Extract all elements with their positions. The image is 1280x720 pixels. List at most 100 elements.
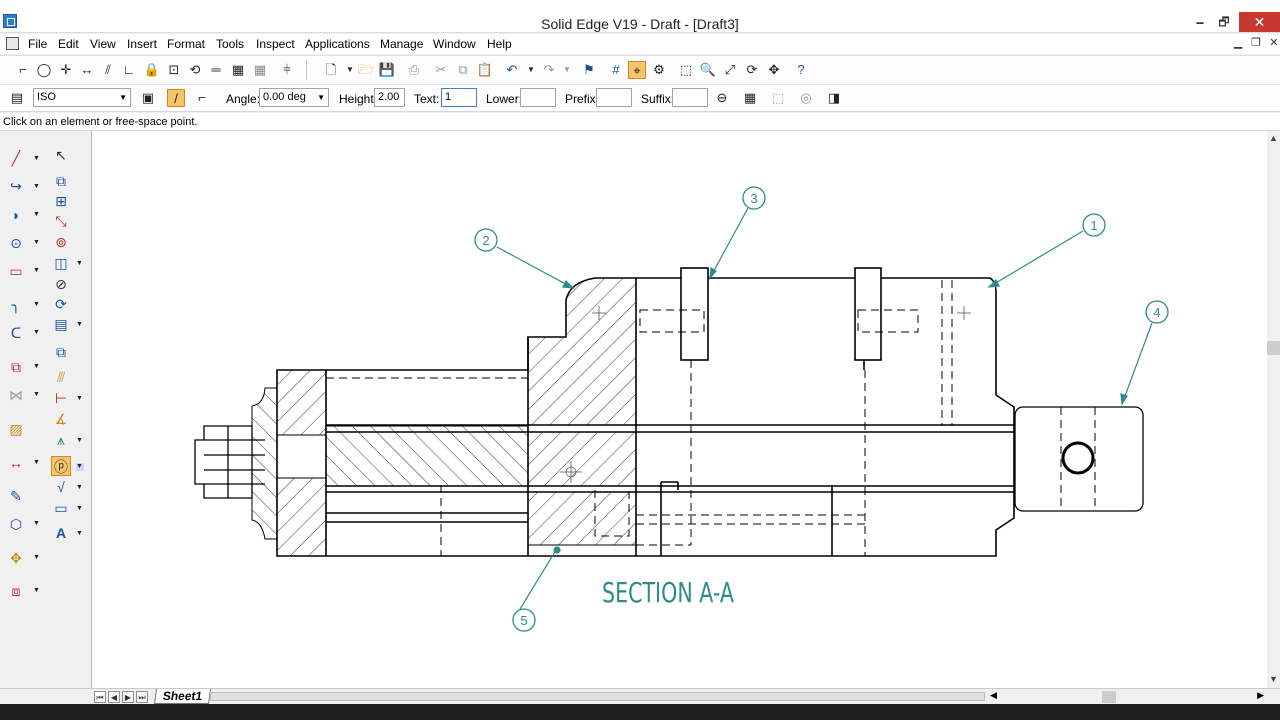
- close-button[interactable]: ✕: [1239, 12, 1280, 32]
- print-icon[interactable]: ⎙: [405, 61, 423, 79]
- horizontal-scroll-thumb[interactable]: [1102, 691, 1116, 703]
- scroll-up-icon[interactable]: ▲: [1267, 133, 1280, 145]
- scroll-right-icon[interactable]: ▶: [1257, 690, 1264, 701]
- balloon-table-icon[interactable]: ▦: [741, 89, 759, 107]
- undo-icon[interactable]: ↶: [503, 61, 521, 79]
- doc-minimize-icon[interactable]: ▁: [1230, 36, 1246, 50]
- feature-control-icon[interactable]: ▭: [51, 498, 71, 518]
- dropdown-arrow-icon[interactable]: ▼: [76, 505, 84, 513]
- smart-dimension-icon[interactable]: ⫻: [51, 367, 71, 387]
- doc-close-icon[interactable]: ✕: [1266, 36, 1280, 50]
- menu-inspect[interactable]: Inspect: [256, 37, 295, 51]
- mirror-tool-icon[interactable]: ⧉: [6, 357, 26, 377]
- balloon-1[interactable]: 1: [1082, 213, 1106, 237]
- menu-view[interactable]: View: [90, 37, 116, 51]
- maximize-button[interactable]: 🗗: [1212, 12, 1236, 32]
- balloon-tool-icon[interactable]: ⓟ: [51, 456, 71, 476]
- last-sheet-icon[interactable]: ⏭: [136, 691, 148, 703]
- section-label[interactable]: SECTION A-A: [602, 576, 734, 609]
- grid-icon[interactable]: ▦: [251, 61, 269, 79]
- menu-window[interactable]: Window: [433, 37, 476, 51]
- menu-help[interactable]: Help: [487, 37, 512, 51]
- text-tool-icon[interactable]: A: [51, 523, 71, 543]
- dropdown-arrow-icon[interactable]: ▼: [33, 267, 41, 275]
- surface-texture-icon[interactable]: √: [51, 477, 71, 497]
- menu-edit[interactable]: Edit: [58, 37, 79, 51]
- auxiliary-view-icon[interactable]: ⤡: [51, 211, 71, 231]
- move-tool-icon[interactable]: ✥: [6, 548, 26, 568]
- dropdown-arrow-icon[interactable]: ▼: [76, 437, 84, 445]
- line-corner-icon[interactable]: ⌐: [14, 61, 32, 79]
- zoom-icon[interactable]: 🔍: [699, 61, 717, 79]
- dropdown-arrow-icon[interactable]: ▼: [33, 329, 41, 337]
- relationship-icon[interactable]: ⚙: [650, 61, 668, 79]
- insert-object-icon[interactable]: ⧈: [6, 581, 26, 601]
- arc-tool-icon[interactable]: ◗: [6, 205, 26, 225]
- next-sheet-icon[interactable]: ▶: [122, 691, 134, 703]
- balloon-options-icon[interactable]: ◨: [825, 89, 843, 107]
- fit-view-icon[interactable]: ⤢: [721, 61, 739, 79]
- dropdown-arrow-icon[interactable]: ▼: [33, 301, 41, 309]
- horizontal-scrollbar[interactable]: ◀ ▶: [988, 690, 1266, 704]
- select-tool-icon[interactable]: ↖: [51, 145, 71, 165]
- save-icon[interactable]: 💾: [378, 61, 396, 79]
- property-text-icon[interactable]: ✎: [6, 486, 26, 506]
- fillet-tool-icon[interactable]: ╮: [6, 295, 26, 315]
- drawing-sheet[interactable]: 1 2 3 4 5 SECTION A-A: [92, 131, 1267, 688]
- view-previous-icon[interactable]: ⟳: [743, 61, 761, 79]
- coordinate-dimension-icon[interactable]: ⩚: [51, 430, 71, 450]
- dropdown-arrow-icon[interactable]: ▼: [33, 459, 41, 467]
- update-view-icon[interactable]: ⟳: [51, 294, 71, 314]
- dropdown-arrow-icon[interactable]: ▼: [33, 155, 41, 163]
- shape-icon[interactable]: ⊖: [713, 89, 731, 107]
- dropdown-arrow-icon[interactable]: ▼: [33, 587, 41, 595]
- circle-tool-icon[interactable]: ⊙: [6, 233, 26, 253]
- balloon-4[interactable]: 4: [1145, 300, 1169, 324]
- break-line-icon[interactable]: ⌐: [193, 89, 211, 107]
- section-view-icon[interactable]: ◫: [51, 253, 71, 273]
- intellisketch-icon[interactable]: ⌖: [628, 61, 646, 79]
- detail-view-icon[interactable]: ⊚: [51, 232, 71, 252]
- parts-list-icon[interactable]: ▤: [51, 314, 71, 334]
- dimension-tool-icon[interactable]: ↔: [6, 453, 26, 473]
- help-pointer-icon[interactable]: ?: [792, 61, 810, 79]
- table-icon[interactable]: ▦: [229, 61, 247, 79]
- dropdown-arrow-icon[interactable]: ▼: [76, 321, 84, 329]
- fill-tool-icon[interactable]: ▨: [6, 419, 26, 439]
- dropdown-arrow-icon[interactable]: ▼: [76, 530, 84, 538]
- vertical-scrollbar[interactable]: ▲ ▼: [1267, 131, 1280, 688]
- menu-tools[interactable]: Tools: [216, 37, 244, 51]
- align-icon[interactable]: ⫩: [278, 61, 296, 79]
- balloon-5[interactable]: 5: [512, 608, 536, 632]
- dropdown-arrow-icon[interactable]: ▼: [33, 520, 41, 528]
- prev-sheet-icon[interactable]: ◀: [108, 691, 120, 703]
- menu-manage[interactable]: Manage: [380, 37, 423, 51]
- vertical-scroll-thumb[interactable]: [1267, 341, 1280, 355]
- doc-restore-icon[interactable]: ❐: [1248, 36, 1264, 50]
- text-field[interactable]: 1: [441, 88, 477, 107]
- item-number-icon[interactable]: ◎: [797, 89, 815, 107]
- balloon-style-icon[interactable]: ⬚: [769, 89, 787, 107]
- attach-view-icon[interactable]: ⧉: [51, 342, 71, 362]
- dropdown-arrow-icon[interactable]: ▼: [76, 463, 84, 471]
- properties-icon[interactable]: ▤: [8, 89, 26, 107]
- document-icon[interactable]: [6, 37, 19, 50]
- rectangle-tool-icon[interactable]: ▭: [6, 261, 26, 281]
- sheet-tab[interactable]: Sheet1: [153, 689, 212, 704]
- part-view-icon[interactable]: ⬡: [6, 514, 26, 534]
- first-sheet-icon[interactable]: ⏮: [94, 691, 106, 703]
- relate-tool-icon[interactable]: ⋈: [6, 385, 26, 405]
- trim-tool-icon[interactable]: ᑕ: [6, 323, 26, 343]
- menu-applications[interactable]: Applications: [305, 37, 370, 51]
- suffix-field[interactable]: [672, 88, 708, 107]
- copy-icon[interactable]: ⧉: [454, 61, 472, 79]
- rotate-icon[interactable]: ⟲: [186, 61, 204, 79]
- leader-icon[interactable]: /: [167, 89, 185, 107]
- menu-file[interactable]: File: [28, 37, 47, 51]
- open-folder-icon[interactable]: 🗁: [357, 61, 375, 79]
- zoom-area-icon[interactable]: ⬚: [677, 61, 695, 79]
- angle-field[interactable]: 0.00 deg ▼: [259, 88, 329, 107]
- balloon-2[interactable]: 2: [474, 228, 498, 252]
- standard-select[interactable]: ISO ▼: [33, 88, 131, 107]
- undo-dropdown-arrow-icon[interactable]: ▼: [522, 61, 540, 79]
